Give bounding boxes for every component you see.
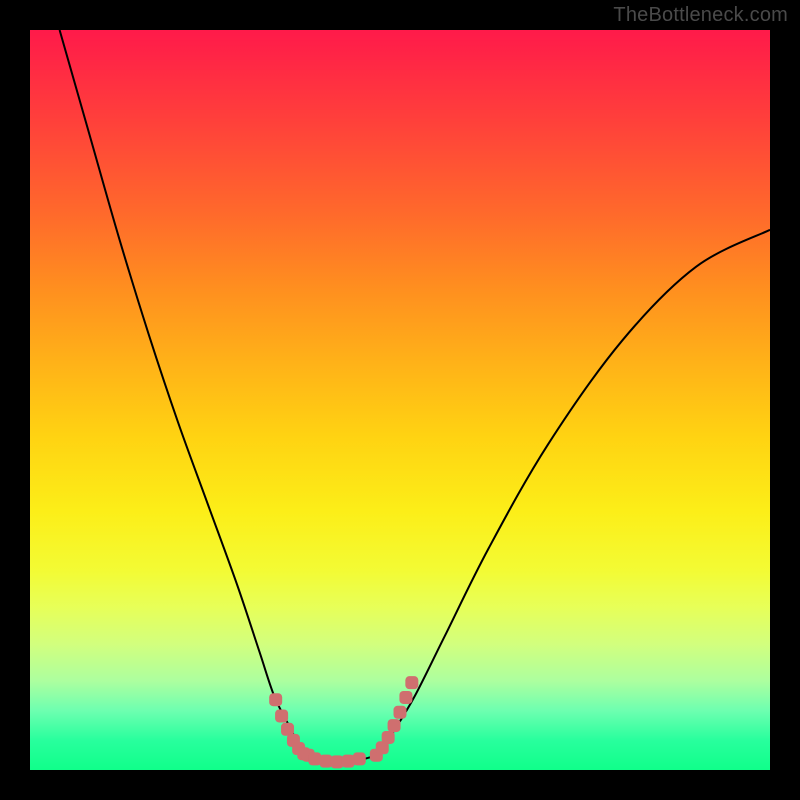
- marker-dot: [281, 723, 294, 736]
- marker-dot: [353, 752, 366, 765]
- marker-dots: [269, 676, 418, 768]
- marker-dot: [394, 706, 407, 719]
- marker-dot: [388, 719, 401, 732]
- plot-area: [30, 30, 770, 770]
- v-curve: [60, 30, 770, 764]
- marker-dot: [320, 755, 333, 768]
- marker-dot: [269, 693, 282, 706]
- watermark-text: TheBottleneck.com: [613, 4, 788, 27]
- marker-dot: [331, 755, 344, 768]
- curve-layer: [30, 30, 770, 770]
- marker-dot: [399, 691, 412, 704]
- bottleneck-curve: [60, 30, 770, 764]
- chart-frame: TheBottleneck.com: [0, 0, 800, 800]
- marker-dot: [405, 676, 418, 689]
- marker-dot: [308, 752, 321, 765]
- marker-dot: [342, 755, 355, 768]
- marker-dot: [382, 731, 395, 744]
- marker-dot: [275, 709, 288, 722]
